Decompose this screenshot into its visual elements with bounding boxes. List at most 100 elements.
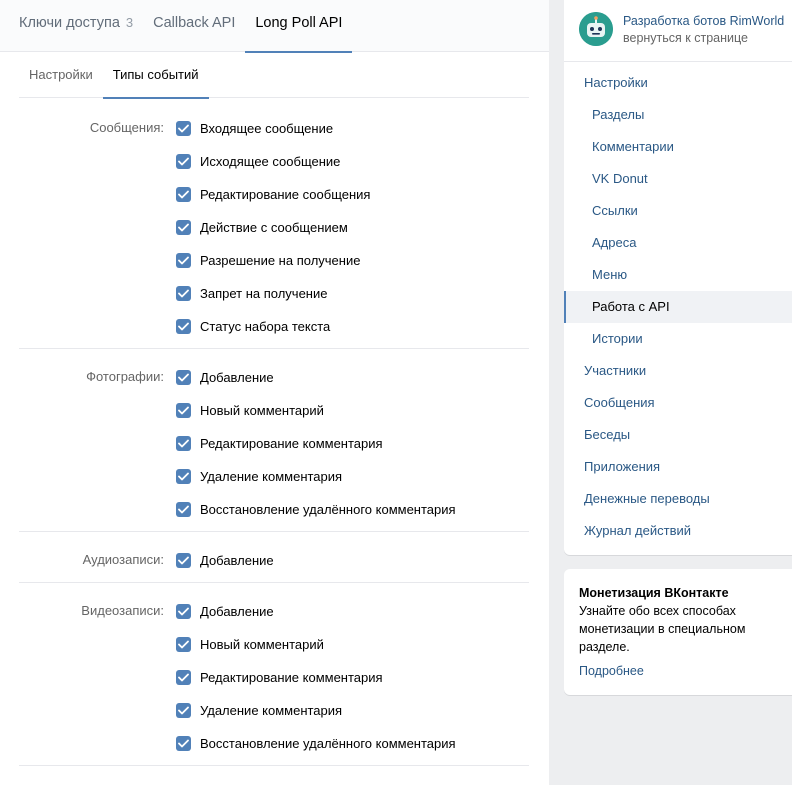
checkbox-checked-icon[interactable] [176,435,191,451]
bot-avatar [579,12,613,46]
main-panel: Ключи доступа 3 Callback API Long Poll AP… [0,0,549,785]
group-divider [19,765,529,766]
sidebar-menu-item[interactable]: Журнал действий [564,515,792,547]
event-checkbox-row[interactable]: Восстановление удалённого комментария [176,499,456,519]
promo-title: Монетизация ВКонтакте [579,586,729,600]
tab-callback-api[interactable]: Callback API [143,0,245,52]
checkbox-checked-icon[interactable] [176,603,191,619]
checkbox-checked-icon[interactable] [176,369,191,385]
community-sidebar: Разработка ботов RimWorld вернуться к ст… [564,0,792,555]
event-checkbox-row[interactable]: Разрешение на получение [176,250,360,270]
event-checkbox-row[interactable]: Статус набора текста [176,316,330,336]
event-label: Запрет на получение [200,285,328,301]
sidebar-menu-item[interactable]: Меню [564,259,792,291]
event-label: Действие с сообщением [200,219,348,235]
event-checkbox-row[interactable]: Новый комментарий [176,400,324,420]
event-checkbox-row[interactable]: Редактирование сообщения [176,184,370,204]
subtab-settings[interactable]: Настройки [19,52,103,98]
event-checkbox-row[interactable]: Удаление комментария [176,466,342,486]
community-title[interactable]: Разработка ботов RimWorld [623,14,785,28]
sidebar-menu-item[interactable]: Разделы [564,99,792,131]
subtab-event-types[interactable]: Типы событий [102,52,209,99]
event-label: Добавление [200,603,274,619]
sidebar-menu-item[interactable]: Сообщения [564,387,792,419]
event-checkbox-row[interactable]: Добавление [176,367,274,387]
checkbox-checked-icon[interactable] [176,702,191,718]
sidebar-menu-item[interactable]: Истории [564,323,792,355]
event-checkbox-row[interactable]: Действие с сообщением [176,217,348,237]
event-label: Статус набора текста [200,318,331,334]
sidebar-menu-item[interactable]: Участники [564,355,792,387]
sidebar-menu-item[interactable]: Денежные переводы [564,483,792,515]
tab-label: Long Poll API [255,15,343,31]
checkbox-checked-icon[interactable] [176,501,191,517]
checkbox-checked-icon[interactable] [176,120,191,136]
event-label: Редактирование комментария [200,435,383,451]
sidebar-menu-item[interactable]: Приложения [564,451,792,483]
event-checkbox-row[interactable]: Редактирование комментария [176,667,383,687]
checkbox-checked-icon[interactable] [176,402,191,418]
group-divider [19,348,529,349]
checkbox-checked-icon[interactable] [176,318,191,334]
event-checkbox-row[interactable]: Добавление [176,550,274,570]
sidebar-menu-item[interactable]: Работа с API [564,291,792,323]
event-label: Исходящее сообщение [200,153,341,169]
monetization-promo: Монетизация ВКонтакте Узнайте обо всех с… [564,569,792,695]
checkbox-checked-icon[interactable] [176,252,191,268]
checkbox-checked-icon[interactable] [176,219,191,235]
group-divider [19,531,529,532]
event-label: Редактирование комментария [200,669,383,685]
sidebar-menu-item[interactable]: Беседы [564,419,792,451]
event-checkbox-row[interactable]: Запрет на получение [176,283,327,303]
event-label: Новый комментарий [200,636,324,652]
event-label: Разрешение на получение [200,252,361,268]
event-checkbox-row[interactable]: Восстановление удалённого комментария [176,733,456,753]
event-checkbox-row[interactable]: Новый комментарий [176,634,324,654]
tab-label: Ключи доступа [19,15,120,31]
event-label: Восстановление удалённого комментария [200,735,456,751]
group-label-photos: Фотографии: [86,369,164,384]
back-to-page-link[interactable]: вернуться к странице [623,31,748,45]
sidebar-menu-item[interactable]: VK Donut [564,163,792,195]
event-checkbox-row[interactable]: Добавление [176,601,274,621]
robot-icon [579,12,613,46]
group-label-messages: Сообщения: [89,120,164,135]
checkbox-checked-icon[interactable] [176,669,191,685]
event-label: Входящее сообщение [200,120,334,136]
group-divider [19,582,529,583]
settings-menu: Настройки Разделы Комментарии VK Donut Ссылк… [564,62,792,555]
group-label-audio: Аудиозаписи: [82,552,164,567]
event-label: Добавление [200,552,274,568]
api-tabs: Ключи доступа 3 Callback API Long Poll AP… [0,0,549,53]
event-label: Новый комментарий [200,402,324,418]
tab-access-keys[interactable]: Ключи доступа 3 [9,0,143,52]
checkbox-checked-icon[interactable] [176,186,191,202]
tab-long-poll-api[interactable]: Long Poll API [245,0,353,53]
checkbox-checked-icon[interactable] [176,153,191,169]
checkbox-checked-icon[interactable] [176,552,191,568]
event-label: Удаление комментария [200,702,343,718]
checkbox-checked-icon[interactable] [176,735,191,751]
sidebar-menu-item[interactable]: Настройки [564,67,792,99]
event-label: Редактирование сообщения [200,186,371,202]
checkbox-checked-icon[interactable] [176,468,191,484]
settings-subtabs: Настройки Типы событий [19,52,529,99]
checkbox-checked-icon[interactable] [176,285,191,301]
community-header[interactable]: Разработка ботов RimWorld вернуться к ст… [564,0,792,62]
event-label: Добавление [200,369,274,385]
event-checkbox-row[interactable]: Входящее сообщение [176,118,333,138]
group-label-video: Видеозаписи: [81,603,164,618]
checkbox-checked-icon[interactable] [176,636,191,652]
promo-text: Узнайте обо всех способах монетизации в … [579,604,746,654]
sidebar-menu-item[interactable]: Ссылки [564,195,792,227]
event-checkbox-row[interactable]: Редактирование комментария [176,433,383,453]
promo-more-link[interactable]: Подробнее [579,662,644,680]
sidebar-menu-item[interactable]: Комментарии [564,131,792,163]
event-label: Удаление комментария [200,468,343,484]
event-label: Восстановление удалённого комментария [200,501,456,517]
tab-count-badge: 3 [125,15,134,30]
sidebar-menu-item[interactable]: Адреса [564,227,792,259]
tab-label: Callback API [153,15,236,31]
event-checkbox-row[interactable]: Исходящее сообщение [176,151,340,171]
event-checkbox-row[interactable]: Удаление комментария [176,700,342,720]
